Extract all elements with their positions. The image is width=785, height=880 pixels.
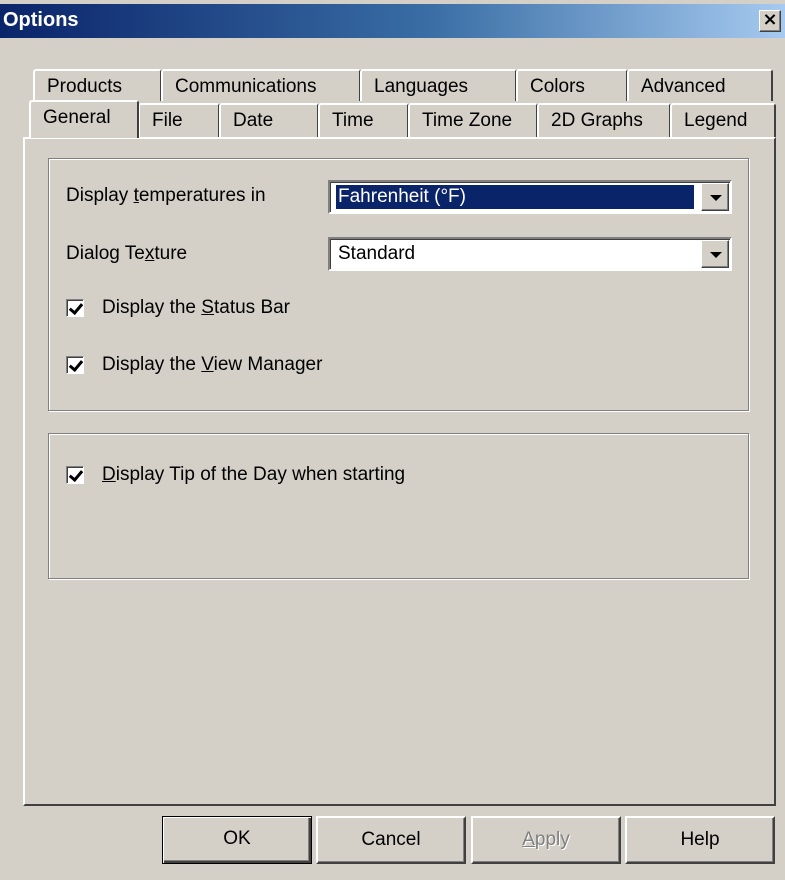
temperature-label: Display temperatures in (66, 185, 266, 206)
cancel-label: Cancel (361, 829, 421, 850)
texture-dropdown-button[interactable] (701, 240, 729, 268)
tab-label: Advanced (641, 76, 726, 97)
tab-label: Languages (374, 76, 469, 97)
tab-colors[interactable]: Colors (516, 69, 628, 101)
close-button[interactable]: × (759, 10, 781, 32)
help-button[interactable]: Help (625, 816, 775, 864)
tab-label: Communications (175, 76, 317, 97)
status-bar-label[interactable]: Display the Status Bar (102, 297, 290, 319)
tab-2d-graphs[interactable]: 2D Graphs (537, 103, 671, 137)
temperature-dropdown-button[interactable] (701, 183, 729, 211)
view-manager-checkbox[interactable] (66, 356, 84, 374)
tip-of-day-checkbox[interactable] (66, 466, 84, 484)
tab-languages[interactable]: Languages (360, 69, 517, 101)
tab-products[interactable]: Products (33, 69, 162, 101)
tab-legend[interactable]: Legend (670, 103, 776, 137)
tab-label: Time Zone (422, 110, 513, 131)
title-bar[interactable]: Options × (0, 4, 785, 38)
apply-accelerator: A (522, 829, 535, 850)
ok-button[interactable]: OK (162, 816, 312, 864)
tip-of-day-label[interactable]: Display Tip of the Day when starting (102, 464, 405, 486)
tab-label: Date (233, 110, 274, 131)
apply-label: pply (534, 829, 570, 850)
tab-label: File (152, 110, 183, 131)
tab-time[interactable]: Time (318, 103, 409, 137)
options-dialog: Options × Products Communications Langua… (0, 0, 785, 880)
tab-general[interactable]: General (29, 100, 139, 138)
tab-label: Products (47, 76, 122, 97)
tab-label: Time (332, 110, 374, 131)
tab-time-zone[interactable]: Time Zone (408, 103, 538, 137)
window-title: Options (3, 9, 79, 31)
tab-label: Legend (684, 110, 748, 131)
temperature-unit-value: Fahrenheit (°F) (336, 185, 694, 209)
tab-file[interactable]: File (138, 103, 220, 137)
cancel-button[interactable]: Cancel (316, 816, 466, 864)
dialog-texture-select[interactable]: Standard (328, 237, 732, 271)
chevron-down-icon (710, 252, 722, 258)
view-manager-label[interactable]: Display the View Manager (102, 354, 322, 376)
tab-advanced[interactable]: Advanced (627, 69, 773, 101)
tab-label: 2D Graphs (551, 110, 643, 131)
status-bar-checkbox[interactable] (66, 299, 84, 317)
tab-label: Colors (530, 76, 585, 97)
tab-label: General (43, 107, 111, 128)
ok-label: OK (223, 828, 251, 849)
close-icon: × (762, 9, 778, 30)
dialog-texture-value: Standard (338, 243, 416, 264)
texture-label: Dialog Texture (66, 243, 188, 264)
temperature-unit-select[interactable]: Fahrenheit (°F) (328, 180, 732, 214)
tab-date[interactable]: Date (219, 103, 319, 137)
tab-communications[interactable]: Communications (161, 69, 361, 101)
chevron-down-icon (710, 195, 722, 201)
help-label: Help (680, 829, 720, 850)
apply-button[interactable]: Apply (471, 816, 621, 864)
startup-group (48, 433, 749, 579)
